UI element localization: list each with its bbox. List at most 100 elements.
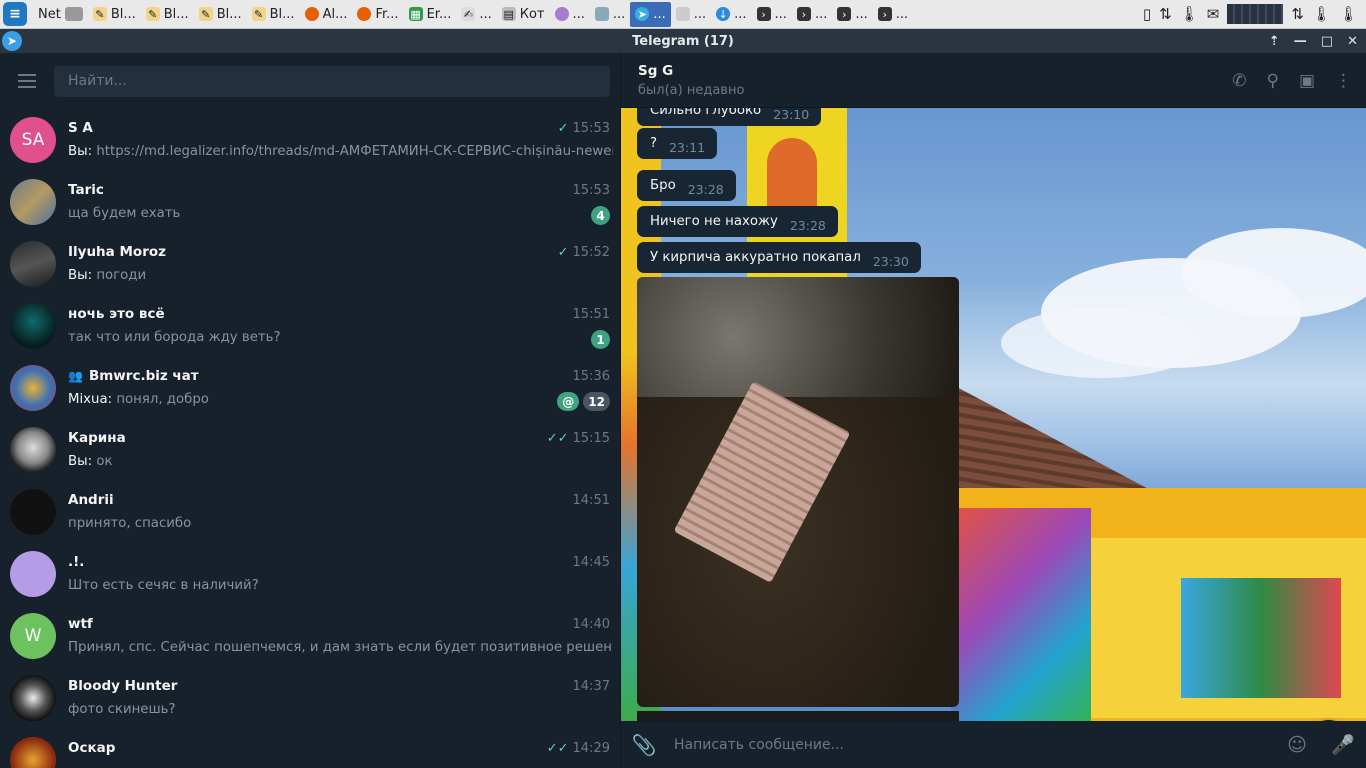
photo-message[interactable] <box>637 711 959 721</box>
taskbar-item[interactable]: ▦ Er... <box>404 2 457 27</box>
message-time: 23:11 <box>669 140 706 155</box>
avatar: W <box>10 613 56 659</box>
chat-preview-text: фото скинешь? <box>68 702 176 717</box>
menu-button[interactable] <box>0 53 54 109</box>
app-icon <box>675 7 690 21</box>
chat-time-wrap: 15:51 <box>573 307 610 322</box>
peer-name[interactable]: Sg G <box>638 63 673 79</box>
taskbar-item[interactable]: ›... <box>832 2 872 27</box>
emoji-icon[interactable]: ☺ <box>1274 734 1320 756</box>
chat-item-oskar[interactable]: Оскар ✓✓ 14:29 <box>0 729 620 768</box>
taskbar-item[interactable]: ✎ Bl... <box>194 2 247 27</box>
chat-item-bmwrc[interactable]: 👥 Bmwrc.biz чат 15:36 Mixua: понял, добро… <box>0 357 620 419</box>
minimize-icon[interactable]: — <box>1294 34 1307 49</box>
taskbar-item[interactable]: ... <box>590 2 630 27</box>
chat-item-karina[interactable]: Карина ✓✓ 15:15 Вы: ок <box>0 419 620 481</box>
chat-name: Ilyuha Moroz <box>68 244 166 260</box>
chat-preview: Принял, спс. Сейчас пошепчемся, и дам зн… <box>68 640 613 655</box>
taskbar-item-label: ... <box>653 6 666 22</box>
taskbar-item[interactable]: ... <box>550 2 590 27</box>
taskbar-item[interactable]: ›... <box>873 2 913 27</box>
avatar <box>10 427 56 473</box>
taskbar-item[interactable]: ✍... <box>456 2 496 27</box>
taskbar-item[interactable]: ›... <box>752 2 792 27</box>
chat-name: Taric <box>68 182 104 198</box>
chat-item-ilyuha-moroz[interactable]: Ilyuha Moroz ✓ 15:52 Вы: погоди <box>0 233 620 295</box>
maximize-icon[interactable]: □ <box>1321 34 1333 49</box>
photo-message[interactable] <box>637 277 959 707</box>
message-bubble[interactable]: Бро 23:28 <box>637 170 736 201</box>
taskbar-item-net[interactable]: Net <box>33 2 88 27</box>
chat-item-noch[interactable]: ночь это всё 15:51 так что или борода жд… <box>0 295 620 357</box>
chat-name: Bloody Hunter <box>68 678 178 694</box>
search-icon[interactable]: ⚲ <box>1266 71 1278 91</box>
message-input[interactable]: Написать сообщение... <box>667 737 1274 753</box>
message-bubble[interactable]: Ничего не нахожу 23:28 <box>637 206 838 237</box>
chat-item-dot[interactable]: .!. 14:45 Што есть сечяс в наличий? <box>0 543 620 605</box>
mention-badge: @ <box>557 392 580 411</box>
sidebar-toggle-icon[interactable]: ▣ <box>1299 71 1315 91</box>
chat-preview-text: https://md.legalizer.info/threads/md-АМФ… <box>92 144 613 159</box>
network-arrows-icon[interactable]: ⇅ <box>1159 5 1172 23</box>
document-icon: ✎ <box>198 7 213 21</box>
chat-preview: так что или борода жду веть? <box>68 330 613 345</box>
taskbar-item[interactable]: Fr... <box>352 2 403 27</box>
attach-icon[interactable]: 📎 <box>621 733 667 757</box>
mail-icon[interactable]: ✉ <box>1207 5 1220 23</box>
thermometer-icon[interactable]: 🌡 <box>1312 5 1331 23</box>
more-vertical-icon[interactable]: ⋮ <box>1335 71 1352 91</box>
chat-item-sa[interactable]: SA S A ✓ 15:53 Вы: https://md.legalizer.i… <box>0 109 620 171</box>
taskbar-item[interactable]: ›... <box>792 2 832 27</box>
chat-item-bloody-hunter[interactable]: Bloody Hunter 14:37 фото скинешь? <box>0 667 620 729</box>
chat-item-wtf[interactable]: W wtf 14:40 Принял, спс. Сейчас пошепчем… <box>0 605 620 667</box>
chat-preview-text: принято, спасибо <box>68 516 192 531</box>
spreadsheet-icon: ▦ <box>408 7 423 21</box>
phone-icon[interactable]: ✆ <box>1232 71 1246 91</box>
search-input[interactable]: Найти... <box>54 65 610 97</box>
thermometer-icon[interactable]: 🌡 <box>1339 5 1358 23</box>
taskbar-item[interactable]: ... <box>671 2 711 27</box>
chat-time-wrap: ✓ 15:52 <box>558 245 610 260</box>
taskbar-item[interactable]: ✎ Bl... <box>88 2 141 27</box>
wallpaper-cloud <box>1181 228 1366 318</box>
taskbar-item-label: Bl... <box>269 6 295 22</box>
taskbar-item-label: ... <box>814 6 828 22</box>
app-icon <box>554 7 569 21</box>
message-text: ? <box>650 136 658 151</box>
firefox-icon <box>304 7 319 21</box>
network-arrows-icon[interactable]: ⇅ <box>1291 5 1304 23</box>
message-bubble[interactable]: Сильно глубоко 23:10 <box>637 108 822 126</box>
taskbar-item[interactable]: Al... <box>300 2 353 27</box>
chat-preview-text: Принял, спс. Сейчас пошепчемся, и дам зн… <box>68 640 613 655</box>
start-menu-icon[interactable]: ≡ <box>3 2 27 26</box>
chat-preview-text: погоди <box>92 268 147 283</box>
battery-icon[interactable]: ▯ <box>1143 5 1151 23</box>
taskbar-item-telegram[interactable]: ➤... <box>630 1 671 27</box>
chat-list-header: Найти... <box>0 53 620 109</box>
thermometer-icon[interactable]: 🌡 <box>1180 5 1199 23</box>
taskbar-item[interactable]: ▤ Кот <box>497 2 550 27</box>
taskbar-item[interactable]: ✎ Bl... <box>141 2 194 27</box>
message-bubble[interactable]: ? 23:11 <box>637 128 718 159</box>
close-icon[interactable]: ✕ <box>1347 34 1358 49</box>
chat-item-taric[interactable]: Taric 15:53 ща будем ехать 4 <box>0 171 620 233</box>
microphone-icon[interactable]: 🎤 <box>1320 733 1366 756</box>
taskbar-item[interactable]: ↓... <box>711 2 751 27</box>
taskbar-item-label: ... <box>734 6 747 22</box>
chat-wallpaper: Сильно глубоко 23:10 ? 23:11 Бро 23:28 Ниче… <box>621 108 1366 721</box>
chat-time: 15:15 <box>572 431 610 446</box>
keep-above-icon[interactable]: ⇡ <box>1269 34 1280 49</box>
avatar <box>10 241 56 287</box>
cpu-graph-icon[interactable] <box>1227 4 1284 24</box>
window-title: Telegram (17) <box>632 33 734 49</box>
taskbar-item[interactable]: ✎ Bl... <box>247 2 300 27</box>
chat-preview: ща будем ехать <box>68 206 613 221</box>
unread-badge: 4 <box>591 206 610 225</box>
chat-item-andrii[interactable]: Andrii 14:51 принято, спасибо <box>0 481 620 543</box>
message-time: 23:30 <box>872 254 909 269</box>
taskbar-item-label: ... <box>855 6 868 22</box>
message-text: У кирпича аккуратно покапал <box>650 250 861 265</box>
message-bubble[interactable]: У кирпича аккуратно покапал 23:30 <box>637 242 921 273</box>
app-icon <box>594 7 609 21</box>
conversation-header: Sg G был(а) недавно ✆ ⚲ ▣ ⋮ <box>621 53 1366 108</box>
